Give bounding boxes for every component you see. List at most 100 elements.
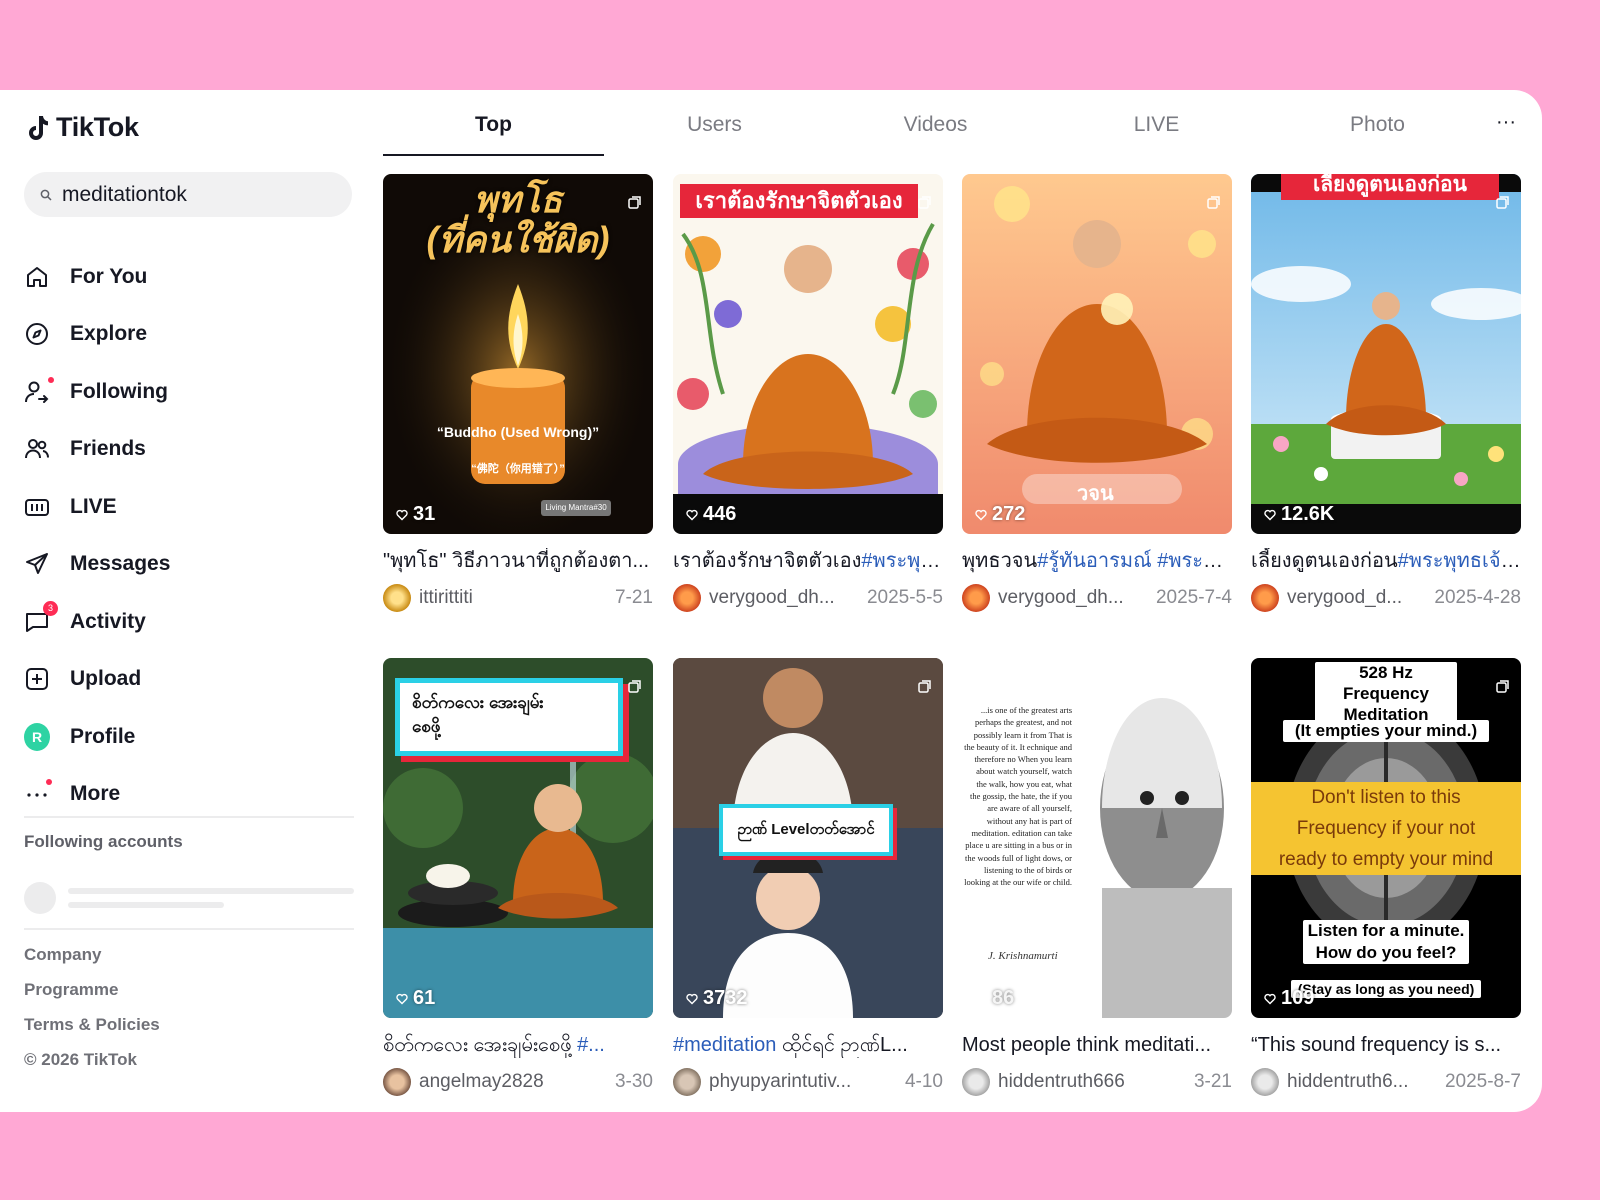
multi-image-icon xyxy=(628,680,641,693)
heart-icon xyxy=(686,993,698,1004)
video-thumbnail[interactable]: เลี้ยงดูตนเองก่อน 12.6K xyxy=(1251,174,1521,534)
overlay-title: 528 Hz Frequency Meditation xyxy=(1315,662,1457,725)
avatar[interactable] xyxy=(1251,1068,1279,1096)
like-count: 86 xyxy=(975,987,1014,1010)
video-caption[interactable]: စိတ်ကလေး အေးချမ်းစေဖို့ #... xyxy=(383,1032,653,1058)
caption-hashtag[interactable]: #รู้ทันอารมณ์ #พระพุ... xyxy=(1037,550,1232,572)
username[interactable]: hiddentruth6... xyxy=(1287,1071,1435,1093)
post-date: 3-30 xyxy=(614,1071,653,1092)
overlay-warning: Don't listen to this Frequency if your n… xyxy=(1251,782,1521,875)
loading-placeholder-line xyxy=(68,888,354,894)
home-icon xyxy=(24,264,50,290)
heart-icon xyxy=(686,509,698,520)
avatar[interactable] xyxy=(673,584,701,612)
nav-item-upload[interactable]: Upload xyxy=(24,651,354,709)
caption-hashtag[interactable]: #meditation xyxy=(673,1034,776,1056)
tab-users[interactable]: Users xyxy=(604,104,825,160)
username[interactable]: angelmay2828 xyxy=(419,1071,605,1093)
nav-item-for-you[interactable]: For You xyxy=(24,248,354,306)
like-count-value: 272 xyxy=(992,503,1026,525)
video-thumbnail[interactable]: ...is one of the greatest arts perhaps t… xyxy=(962,658,1232,1018)
video-caption[interactable]: เลี้ยงดูตนเองก่อน#พระพุทธเจ้า... xyxy=(1251,548,1521,574)
tabs-more-button[interactable]: ··· xyxy=(1491,104,1521,140)
footer-links: Company Programme Terms & Policies © 202… xyxy=(24,937,160,1077)
video-thumbnail[interactable]: พุทโธ (ที่คนใช้ผิด) “Buddho (Used Wrong)… xyxy=(383,174,653,534)
video-card[interactable]: วจน 272 พุทธวจน#รู้ทันอารมณ์ #พระพุ... v… xyxy=(962,174,1232,612)
username[interactable]: verygood_dh... xyxy=(998,587,1146,609)
video-card[interactable]: စိတ်ကလေး အေးချမ်း စေဖို့ 61 စိတ်ကလေး အေး… xyxy=(383,658,653,1096)
video-card[interactable]: พุทโธ (ที่คนใช้ผิด) “Buddho (Used Wrong)… xyxy=(383,174,653,612)
video-caption[interactable]: พุทธวจน#รู้ทันอารมณ์ #พระพุ... xyxy=(962,548,1232,574)
nav-item-more[interactable]: More xyxy=(24,766,354,824)
video-card[interactable]: ...is one of the greatest arts perhaps t… xyxy=(962,658,1232,1096)
following-icon xyxy=(24,376,54,405)
post-date: 2025-8-7 xyxy=(1444,1071,1521,1092)
nav-item-messages[interactable]: Messages xyxy=(24,536,354,594)
nav-item-live[interactable]: LIVE xyxy=(24,478,354,536)
nav-item-activity[interactable]: 3 Activity xyxy=(24,593,354,651)
multi-image-icon xyxy=(918,196,931,209)
overlay-subtitle: (It empties your mind.) xyxy=(1283,720,1489,742)
username[interactable]: phyupyarintutiv... xyxy=(709,1071,895,1093)
video-caption[interactable]: "พุทโธ" วิธีภาวนาที่ถูกต้องตา... xyxy=(383,548,653,574)
caption-text: เลี้ยงดูตนเองก่อน xyxy=(1251,550,1398,572)
caption-text: เราต้องรักษาจิตตัวเอง xyxy=(673,550,862,572)
username[interactable]: ittirittiti xyxy=(419,587,605,609)
nav-item-explore[interactable]: Explore xyxy=(24,306,354,364)
like-count-value: 31 xyxy=(413,503,436,525)
video-caption[interactable]: เราต้องรักษาจิตตัวเอง#พระพุท... xyxy=(673,548,943,574)
like-count: 272 xyxy=(975,503,1025,526)
video-card[interactable]: 528 Hz Frequency Meditation (It empties … xyxy=(1251,658,1521,1096)
heart-icon xyxy=(975,993,987,1004)
nav-item-following[interactable]: Following xyxy=(24,363,354,421)
caption-text: ထိုင်ရင် ဉာဏ်L... xyxy=(776,1034,908,1056)
search-input[interactable]: meditationtok xyxy=(24,172,352,217)
avatar[interactable] xyxy=(673,1068,701,1096)
footer-link-company[interactable]: Company xyxy=(24,937,160,972)
username[interactable]: hiddentruth666 xyxy=(998,1071,1184,1093)
video-caption[interactable]: “This sound frequency is s... xyxy=(1251,1032,1521,1058)
video-thumbnail[interactable]: วจน 272 xyxy=(962,174,1232,534)
search-icon xyxy=(40,189,52,201)
heart-icon xyxy=(396,509,408,520)
tab-videos[interactable]: Videos xyxy=(825,104,1046,160)
nav-label: For You xyxy=(70,264,148,288)
like-count-value: 109 xyxy=(1281,987,1315,1009)
caption-text: စိတ်ကလေး အေးချမ်းစေဖို့ xyxy=(383,1034,578,1056)
tiktok-logo[interactable]: TikTok xyxy=(26,112,139,143)
username[interactable]: verygood_dh... xyxy=(709,587,857,609)
like-count: 3732 xyxy=(686,987,748,1010)
video-card[interactable]: เราต้องรักษาจิตตัวเอง 446 เราต้องรักษาจิ… xyxy=(673,174,943,612)
multi-image-icon xyxy=(628,196,641,209)
caption-hashtag[interactable]: #... xyxy=(577,1034,605,1056)
nav-label: Messages xyxy=(70,552,171,576)
footer-link-programme[interactable]: Programme xyxy=(24,972,160,1007)
tab-live[interactable]: LIVE xyxy=(1046,104,1267,160)
username[interactable]: verygood_d... xyxy=(1287,587,1424,609)
video-caption[interactable]: #meditation ထိုင်ရင် ဉာဏ်L... xyxy=(673,1032,943,1058)
post-date: 2025-5-5 xyxy=(866,587,943,608)
caption-hashtag[interactable]: #พระพุทธเจ้า... xyxy=(1398,550,1521,572)
video-card[interactable]: ဉာဏ် Levelတတ်အောင် 3732 #meditation ထိုင… xyxy=(673,658,943,1096)
avatar[interactable] xyxy=(962,584,990,612)
avatar[interactable] xyxy=(1251,584,1279,612)
nav-item-friends[interactable]: Friends xyxy=(24,421,354,479)
video-thumbnail[interactable]: เราต้องรักษาจิตตัวเอง 446 xyxy=(673,174,943,534)
caption-hashtag[interactable]: #พระพุท... xyxy=(861,550,943,572)
avatar[interactable] xyxy=(962,1068,990,1096)
caption-text: Most people think meditati... xyxy=(962,1034,1212,1056)
tab-photo[interactable]: Photo xyxy=(1267,104,1488,160)
like-count: 12.6K xyxy=(1264,503,1334,526)
video-card[interactable]: เลี้ยงดูตนเองก่อน 12.6K เลี้ยงดูตนเองก่อ… xyxy=(1251,174,1521,612)
footer-link-terms[interactable]: Terms & Policies xyxy=(24,1007,160,1042)
video-thumbnail[interactable]: ဉာဏ် Levelတတ်အောင် 3732 xyxy=(673,658,943,1018)
video-thumbnail[interactable]: 528 Hz Frequency Meditation (It empties … xyxy=(1251,658,1521,1018)
nav-item-profile[interactable]: R Profile xyxy=(24,708,354,766)
avatar[interactable] xyxy=(383,584,411,612)
video-thumbnail[interactable]: စိတ်ကလေး အေးချမ်း စေဖို့ 61 xyxy=(383,658,653,1018)
divider xyxy=(24,928,354,930)
video-caption[interactable]: Most people think meditati... xyxy=(962,1032,1232,1058)
post-date: 3-21 xyxy=(1193,1071,1232,1092)
avatar[interactable] xyxy=(383,1068,411,1096)
tab-top[interactable]: Top xyxy=(383,104,604,160)
